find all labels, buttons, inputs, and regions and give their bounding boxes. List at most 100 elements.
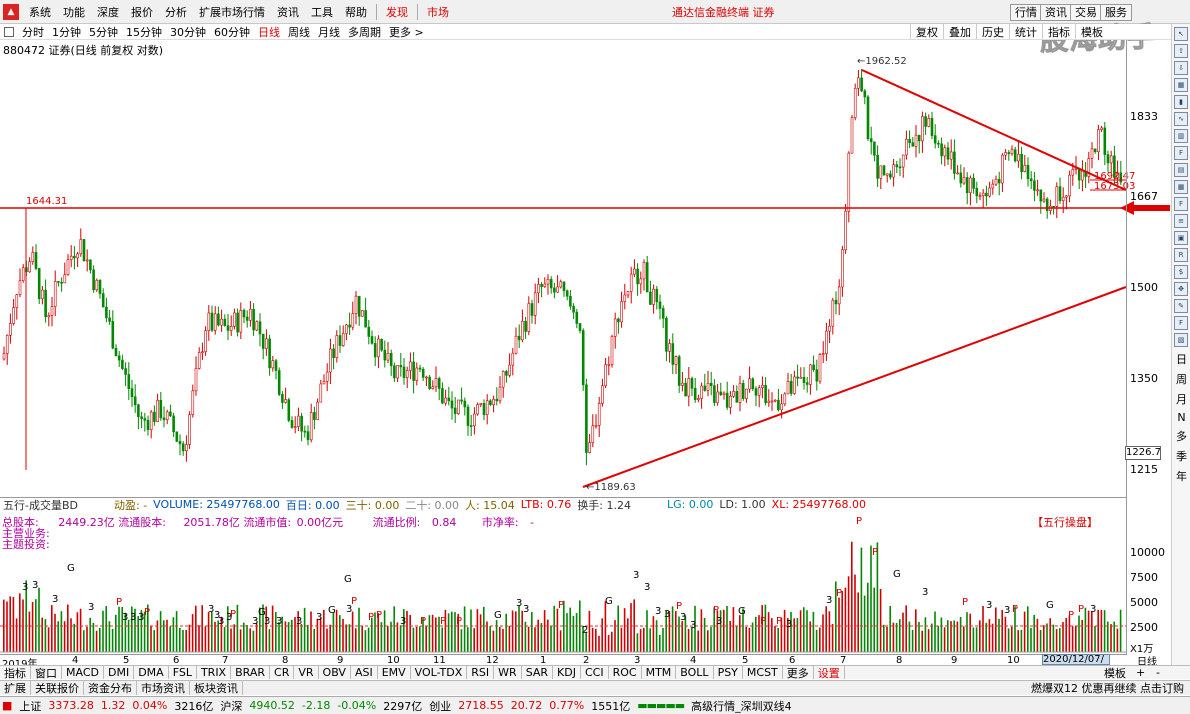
line-chart-icon[interactable]: ∿ — [1174, 112, 1188, 126]
indicator-tab[interactable]: ROC — [609, 666, 642, 679]
arrow-up-icon[interactable]: ⇧ — [1174, 44, 1188, 58]
volume-bar — [851, 541, 853, 652]
candle-body — [191, 390, 195, 415]
list-icon[interactable]: ≡ — [1174, 214, 1188, 228]
indicator-tab[interactable]: PSY — [714, 666, 743, 679]
grid-icon[interactable]: ▦ — [1174, 78, 1188, 92]
bottom-tab-extend[interactable]: 扩展 — [0, 681, 31, 695]
candle-body — [220, 318, 223, 326]
indicator-tab[interactable]: EMV — [378, 666, 411, 679]
volume-bar — [467, 627, 469, 652]
bottom-tab-sector-news[interactable]: 板块资讯 — [190, 681, 243, 695]
sz-label[interactable]: 沪深 — [220, 698, 242, 714]
candle-body — [258, 321, 262, 335]
indicator-tab[interactable]: CR — [270, 666, 295, 679]
indicator-tab[interactable]: MTM — [642, 666, 677, 679]
rsi-icon[interactable]: R — [1174, 248, 1188, 262]
calc-icon[interactable]: ▦ — [1174, 180, 1188, 194]
move-icon[interactable]: ✥ — [1174, 282, 1188, 296]
volume-bar — [1094, 626, 1096, 652]
indicator-tab[interactable]: 窗口 — [31, 666, 62, 679]
bottom-tab-related[interactable]: 关联报价 — [31, 681, 84, 695]
volume-signal-mark: P — [676, 601, 682, 612]
indicator-tab[interactable]: DMI — [104, 666, 135, 679]
volume-bar — [191, 614, 194, 652]
side-label-month[interactable]: 月 — [1172, 391, 1190, 407]
volume-bar — [556, 608, 559, 652]
bar-chart-icon[interactable]: ▥ — [1174, 129, 1188, 143]
volume-bar — [972, 627, 975, 652]
table-icon[interactable]: ▤ — [1174, 163, 1188, 177]
dollar-icon[interactable]: $ — [1174, 265, 1188, 279]
candle-body — [559, 281, 563, 288]
indicator-tab[interactable]: SAR — [522, 666, 554, 679]
bottom-tab-market-news[interactable]: 市场资讯 — [137, 681, 190, 695]
volume-bar — [1065, 618, 1067, 652]
side-label-day[interactable]: 日 — [1172, 351, 1190, 367]
candle-body — [306, 431, 310, 441]
volume-signal-mark: P — [558, 600, 564, 611]
indicator-tab[interactable]: BRAR — [231, 666, 271, 679]
volume-bar — [246, 625, 248, 652]
template-button[interactable]: 模板 — [1100, 666, 1130, 680]
indicator-name[interactable]: 五行-成交量BD — [3, 497, 78, 513]
candle-body — [700, 385, 703, 399]
layout-icon[interactable]: ▣ — [1174, 231, 1188, 245]
candle-body — [959, 172, 963, 184]
indicator-tab[interactable]: WR — [494, 666, 522, 679]
zoom-out-button[interactable]: - — [1152, 666, 1164, 679]
indicator-tab[interactable]: 设置 — [814, 666, 845, 679]
indicator-tab[interactable]: TRIX — [197, 666, 232, 679]
cursor-icon[interactable]: ↖ — [1174, 27, 1188, 41]
indicator-tab[interactable]: MACD — [62, 666, 104, 679]
volume-bar — [1081, 619, 1083, 652]
candle-icon[interactable]: ▮ — [1174, 95, 1188, 109]
candle-body — [1071, 169, 1075, 176]
volume-bar — [479, 614, 482, 652]
indicator-tab[interactable]: DMA — [134, 666, 169, 679]
indicator-tab[interactable]: 指标 — [0, 666, 31, 679]
candle-body — [844, 210, 847, 251]
indicator-tab[interactable]: BOLL — [676, 666, 714, 679]
indicator-tab[interactable]: VR — [294, 666, 319, 679]
arrow-down-icon[interactable]: ⇩ — [1174, 61, 1188, 75]
candlestick-chart[interactable]: ←1962.52←1189.631644.311692.471673.033 3G… — [0, 0, 1171, 665]
side-label-quarter[interactable]: 季 — [1172, 448, 1190, 464]
sh-label[interactable]: 上证 — [19, 698, 41, 714]
indicator-tab[interactable]: 更多 — [783, 666, 814, 679]
promo-link[interactable]: 燃爆双12 优惠再继续 点击订购 — [1027, 681, 1188, 695]
fund-icon[interactable]: F — [1174, 197, 1188, 211]
chart-icon[interactable]: ▧ — [1174, 333, 1188, 347]
wuxing-label[interactable]: 【五行操盘】 — [1032, 514, 1098, 530]
volume-bar — [166, 619, 168, 652]
candle-body — [671, 343, 675, 365]
date-axis: 2019年 4 5 6 7 8 9 10 11 12 1 2 3 4 5 6 7… — [0, 654, 1126, 670]
indicator-tab[interactable]: RSI — [467, 666, 495, 679]
indicator-tab[interactable]: ASI — [351, 666, 378, 679]
indicator-tab[interactable]: KDJ — [553, 666, 581, 679]
volume-bar — [531, 611, 533, 652]
zoom-in-button[interactable]: + — [1132, 666, 1149, 679]
indicator-tab[interactable]: MCST — [743, 666, 783, 679]
indicator-tab[interactable]: CCI — [581, 666, 609, 679]
f10-icon[interactable]: F — [1174, 146, 1188, 160]
indicator-tab[interactable]: VOL-TDX — [411, 666, 468, 679]
side-label-year[interactable]: 年 — [1172, 468, 1190, 484]
side-label-week[interactable]: 周 — [1172, 371, 1190, 387]
volume-bar — [118, 606, 120, 652]
fs-icon[interactable]: F — [1174, 316, 1188, 330]
volume-bar — [364, 630, 367, 652]
pencil-icon[interactable]: ✎ — [1174, 299, 1188, 313]
candle-body — [933, 135, 937, 144]
cy-label[interactable]: 创业 — [429, 698, 451, 714]
candle-body — [316, 401, 319, 420]
side-label-n[interactable]: N — [1172, 411, 1190, 424]
bottom-tab-fund-dist[interactable]: 资金分布 — [84, 681, 137, 695]
candle-body — [105, 306, 108, 319]
side-label-multi[interactable]: 多 — [1172, 428, 1190, 444]
candle-body — [1068, 174, 1071, 197]
indicator-tab[interactable]: OBV — [319, 666, 351, 679]
indicator-tab[interactable]: FSL — [169, 666, 197, 679]
volume-bar — [639, 629, 642, 652]
candle-body — [889, 173, 892, 178]
